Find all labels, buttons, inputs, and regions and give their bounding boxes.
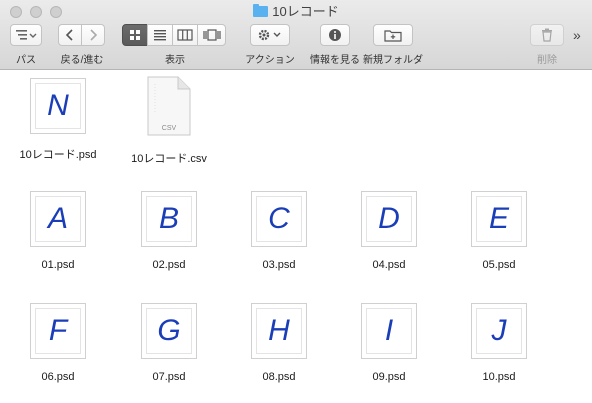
file-item[interactable]: G 07.psd (124, 303, 214, 383)
view-label: 表示 (165, 55, 185, 66)
file-name: 04.psd (372, 259, 406, 271)
file-item[interactable]: H 08.psd (234, 303, 324, 383)
window-title: 10レコード (0, 3, 592, 21)
file-item[interactable]: C 03.psd (234, 191, 324, 271)
info-icon (329, 29, 341, 41)
coverflow-icon (202, 29, 221, 41)
file-name: 10レコード.psd (19, 149, 97, 161)
psd-thumbnail-icon: I (361, 303, 417, 359)
icon-view-button[interactable] (122, 24, 148, 46)
file-name: 05.psd (482, 259, 516, 271)
psd-thumbnail-icon: J (471, 303, 527, 359)
toolbar: 10レコード パス 戻る/進む 表示 アクション 情報を見る 新規フォルダ 削除… (0, 0, 592, 70)
file-name: 03.psd (262, 259, 296, 271)
action-label: アクション (245, 55, 295, 66)
file-item[interactable]: CSV 10レコード.csv (124, 76, 214, 166)
path-list-icon (16, 30, 37, 40)
thumbnail-letter: B (146, 196, 192, 242)
psd-thumbnail-icon: D (361, 191, 417, 247)
get-info-button[interactable] (320, 24, 350, 46)
toolbar-overflow-icon[interactable]: » (573, 27, 581, 43)
file-item[interactable]: A 01.psd (13, 191, 103, 271)
thumbnail-letter: I (366, 308, 412, 354)
thumbnail-letter: C (256, 196, 302, 242)
psd-thumbnail-icon: A (30, 191, 86, 247)
file-name: 06.psd (41, 371, 75, 383)
file-name: 07.psd (152, 371, 186, 383)
thumbnail-letter: J (476, 308, 522, 354)
file-item[interactable]: D 04.psd (344, 191, 434, 271)
folder-icon (253, 4, 269, 17)
psd-thumbnail-icon: F (30, 303, 86, 359)
file-item[interactable]: N 10レコード.psd (13, 78, 103, 162)
file-item[interactable]: J 10.psd (454, 303, 544, 383)
trash-icon (542, 28, 552, 42)
grid-icon (130, 30, 140, 40)
nav-label: 戻る/進む (60, 55, 104, 66)
new-folder-button[interactable] (373, 24, 413, 46)
file-item[interactable]: F 06.psd (13, 303, 103, 383)
psd-thumbnail-icon: N (30, 78, 86, 134)
document-page-icon: CSV (147, 76, 191, 136)
thumbnail-letter: G (146, 308, 192, 354)
psd-thumbnail-icon: C (251, 191, 307, 247)
gear-icon (258, 29, 281, 41)
back-button[interactable] (58, 24, 82, 46)
file-name: 10レコード.csv (131, 153, 207, 165)
file-name: 02.psd (152, 259, 186, 271)
coverflow-view-button[interactable] (197, 24, 226, 46)
delete-label: 削除 (537, 55, 557, 66)
column-view-button[interactable] (172, 24, 198, 46)
thumbnail-letter: D (366, 196, 412, 242)
new-folder-icon (384, 30, 402, 42)
thumbnail-letter: N (35, 83, 81, 129)
chevron-left-icon (65, 29, 73, 41)
thumbnail-letter: F (35, 308, 81, 354)
file-name: 01.psd (41, 259, 75, 271)
file-name: 10.psd (482, 371, 516, 383)
file-item[interactable]: B 02.psd (124, 191, 214, 271)
file-item[interactable]: E 05.psd (454, 191, 544, 271)
chevron-right-icon (90, 29, 98, 41)
csv-document-icon: CSV (146, 76, 192, 136)
path-label: パス (16, 55, 36, 66)
psd-thumbnail-icon: B (141, 191, 197, 247)
file-name: 09.psd (372, 371, 406, 383)
delete-button[interactable] (530, 24, 564, 46)
columns-icon (177, 29, 193, 41)
file-item[interactable]: I 09.psd (344, 303, 434, 383)
path-button[interactable] (10, 24, 42, 46)
thumbnail-letter: A (35, 196, 81, 242)
file-name: 08.psd (262, 371, 296, 383)
list-icon (154, 30, 166, 41)
window-title-text: 10レコード (272, 4, 339, 19)
thumbnail-letter: H (256, 308, 302, 354)
psd-thumbnail-icon: G (141, 303, 197, 359)
csv-tag: CSV (162, 125, 177, 132)
list-view-button[interactable] (147, 24, 173, 46)
psd-thumbnail-icon: H (251, 303, 307, 359)
finder-window: 10レコード パス 戻る/進む 表示 アクション 情報を見る 新規フォルダ 削除… (0, 0, 592, 403)
forward-button[interactable] (81, 24, 105, 46)
psd-thumbnail-icon: E (471, 191, 527, 247)
action-button[interactable] (250, 24, 290, 46)
new-folder-label: 新規フォルダ (363, 55, 423, 66)
thumbnail-letter: E (476, 196, 522, 242)
